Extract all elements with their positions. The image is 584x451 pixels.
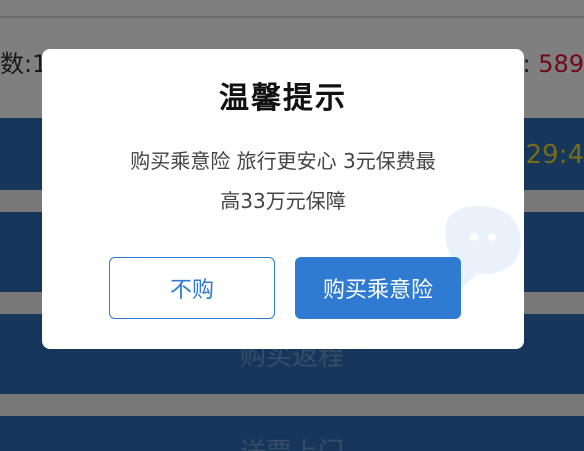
buy-insurance-button[interactable]: 购买乘意险 (295, 257, 461, 319)
dialog-title: 温馨提示 (219, 81, 347, 116)
dialog-message-line: 高33万元保障 (220, 189, 346, 213)
dialog-message: 购买乘意险 旅行更安心 3元保费最 高33万元保障 (72, 141, 494, 221)
decline-insurance-button[interactable]: 不购 (109, 257, 275, 319)
dialog-message-line: 购买乘意险 旅行更安心 3元保费最 (130, 149, 436, 173)
insurance-dialog: 温馨提示 购买乘意险 旅行更安心 3元保费最 高33万元保障 不购 购买乘意险 (42, 49, 524, 349)
